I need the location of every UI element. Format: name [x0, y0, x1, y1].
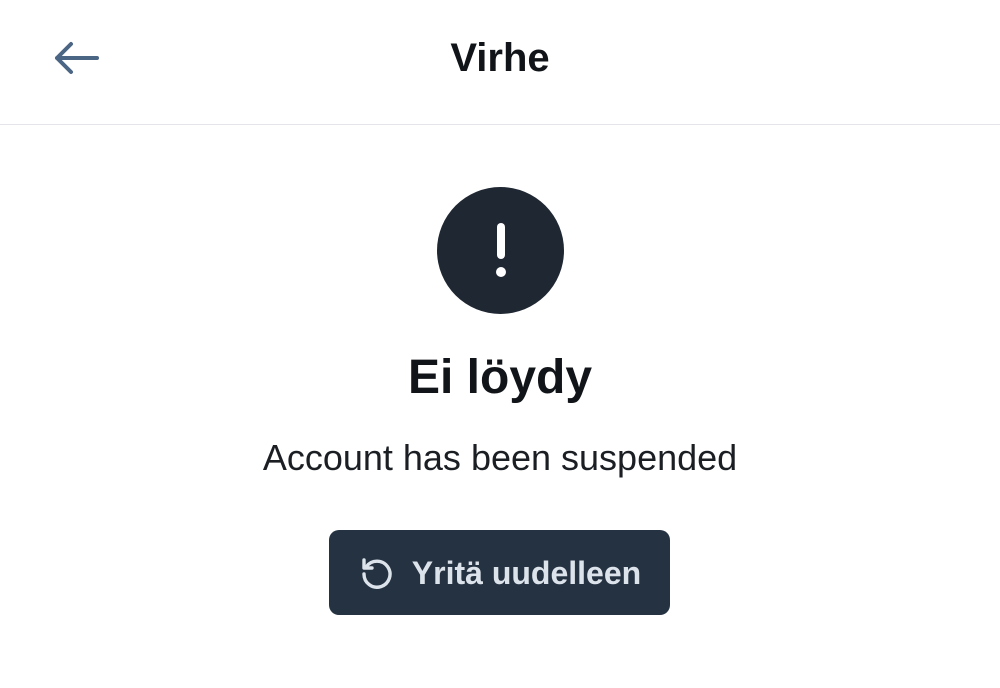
retry-button[interactable]: Yritä uudelleen — [329, 530, 670, 615]
header-bar: Virhe — [0, 0, 1000, 125]
page-title: Virhe — [450, 36, 550, 80]
error-screen: Virhe Ei löydy Account has been suspende… — [0, 0, 1000, 688]
error-message: Account has been suspended — [262, 437, 738, 478]
retry-label: Yritä uudelleen — [411, 554, 642, 591]
exclamation-icon — [437, 187, 564, 314]
error-title: Ei löydy — [407, 351, 593, 404]
refresh-icon — [358, 555, 394, 591]
